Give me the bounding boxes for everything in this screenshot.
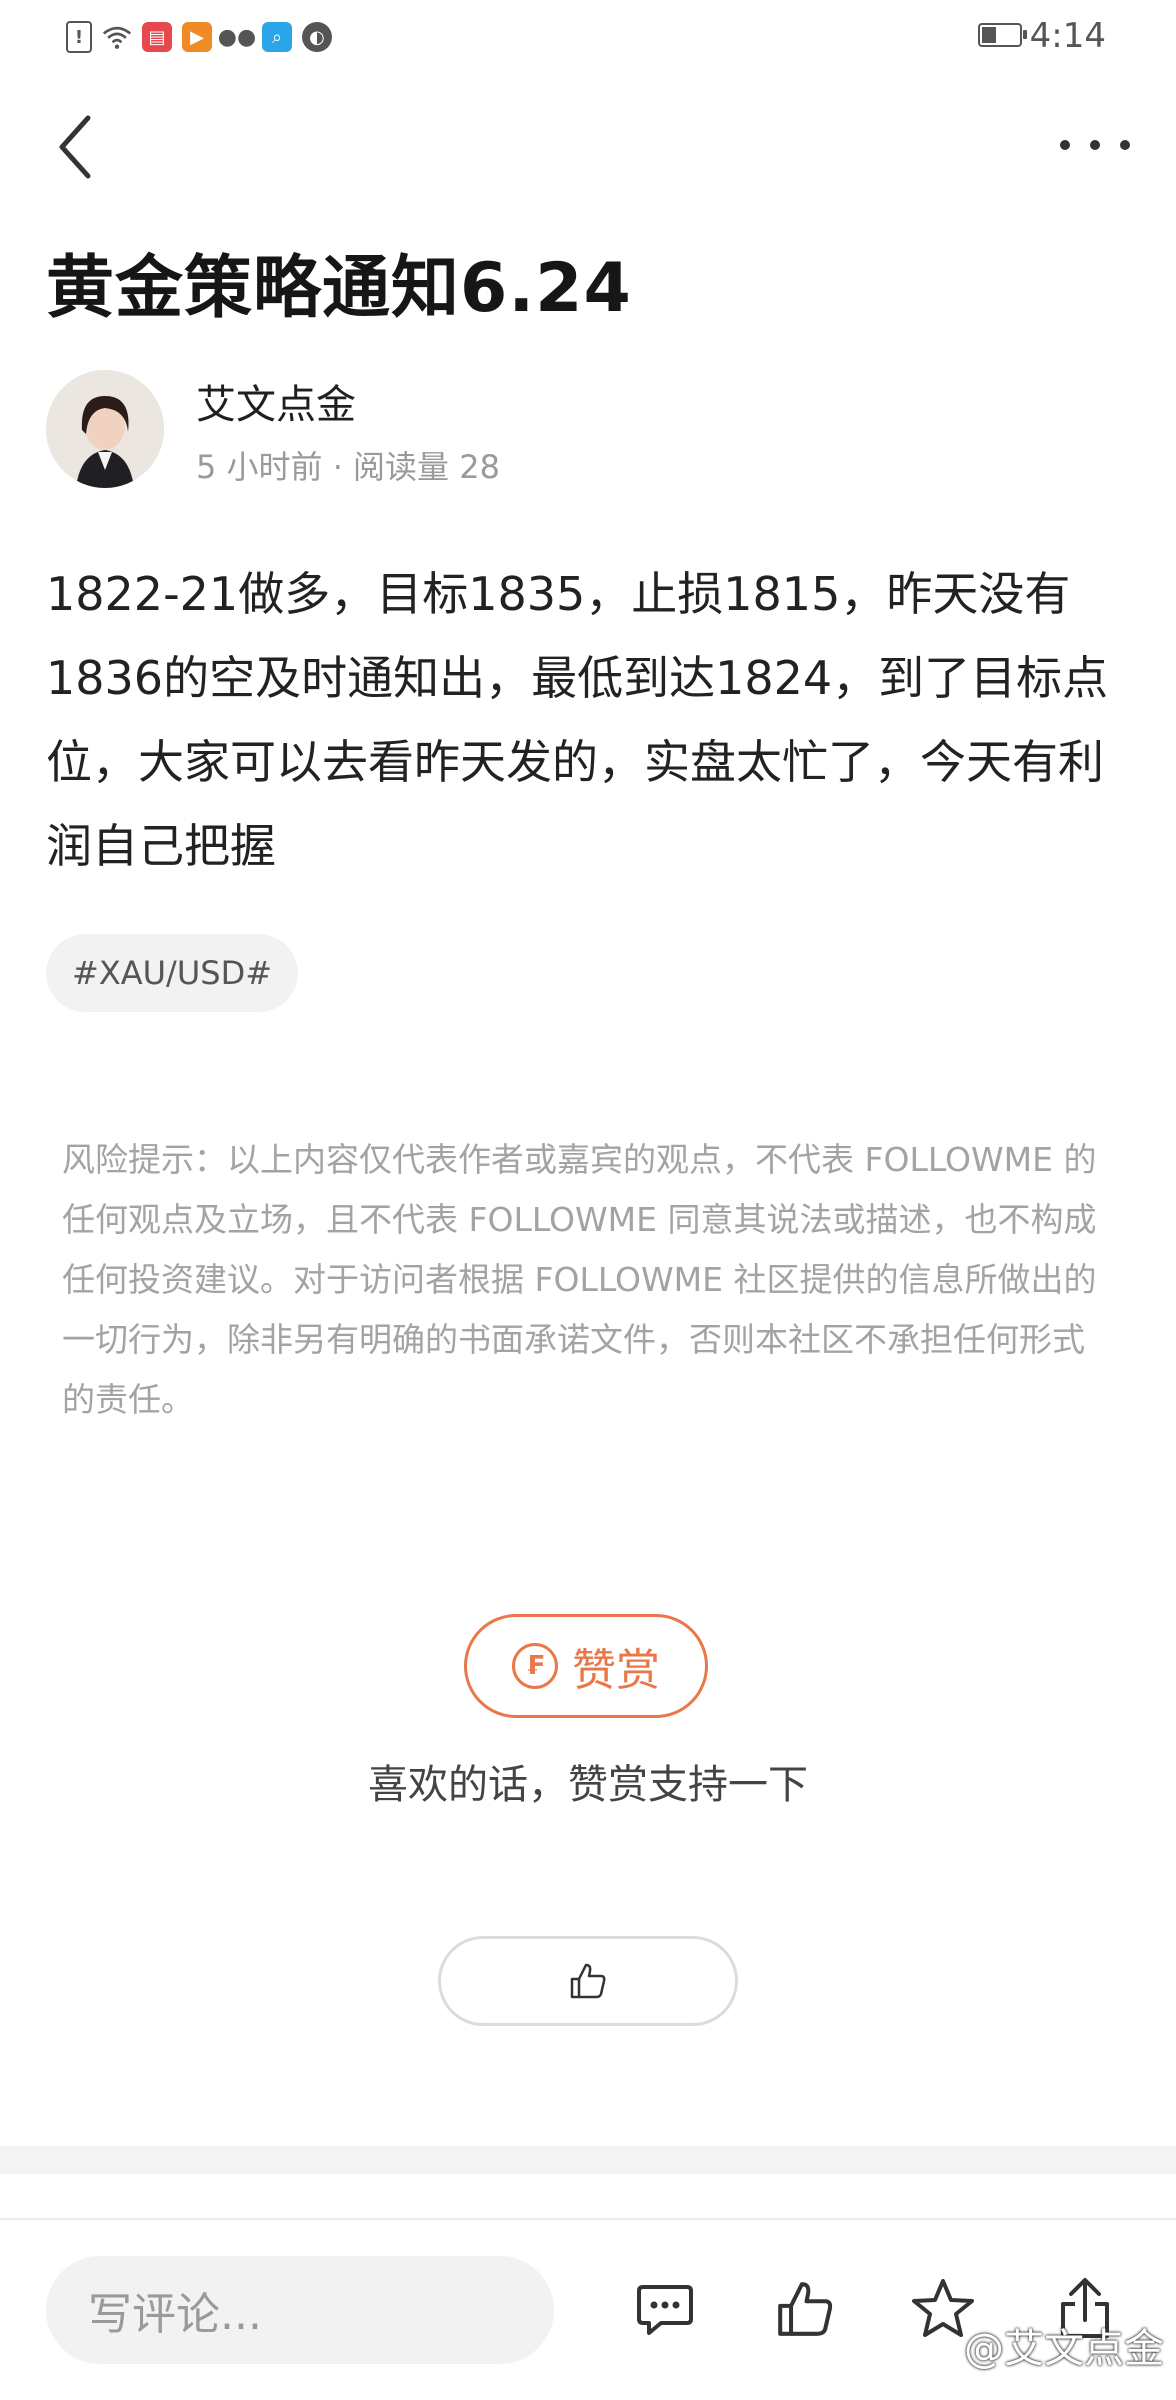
app-red-icon: ▤ — [142, 22, 172, 52]
article-title: 黄金策略通知6.24 — [46, 249, 632, 328]
risk-disclaimer: 风险提示：以上内容仅代表作者或嘉宾的观点，不代表 FOLLOWME 的任何观点及… — [62, 1140, 1097, 1419]
thumbs-up-icon — [778, 2282, 833, 2336]
comment-input[interactable]: 写评论... — [46, 2256, 554, 2364]
reward-button[interactable]: ₣ 赞赏 — [464, 1614, 708, 1718]
status-bar-icons: ! ▤ ▶ ●● ⌕ ◐ — [66, 18, 332, 56]
reward-prompt: 喜欢的话，赞赏支持一下 — [368, 1762, 808, 1808]
article-body: 1822-21做多，目标1835，止损1815，昨天没有1836的空及时通知出，… — [46, 567, 1109, 873]
reward-button-label: 赞赏 — [572, 1645, 660, 1696]
watermark: @艾文点金 — [964, 2326, 1164, 2372]
back-button[interactable] — [52, 112, 102, 182]
comment-icon — [637, 2285, 693, 2335]
bottom-bar-divider — [0, 2218, 1176, 2220]
more-button[interactable] — [1060, 130, 1130, 160]
like-button[interactable] — [438, 1936, 738, 2026]
sim-alert-icon: ! — [66, 21, 92, 53]
browser-icon: ◐ — [302, 22, 332, 52]
more-dots-icon — [1060, 140, 1070, 150]
bottom-like-button[interactable] — [770, 2274, 840, 2344]
wechat-icon: ●● — [217, 24, 257, 50]
avatar[interactable] — [46, 370, 164, 488]
video-icon: ▶ — [182, 22, 212, 52]
topic-tag[interactable]: #XAU/USD# — [46, 934, 299, 1012]
section-divider — [0, 2146, 1176, 2174]
comments-button[interactable] — [630, 2274, 700, 2344]
thumbs-up-icon — [570, 1963, 606, 1999]
coin-icon: ₣ — [512, 1643, 558, 1689]
post-meta: 5 小时前 · 阅读量 28 — [196, 448, 500, 486]
author-name[interactable]: 艾文点金 — [196, 372, 356, 430]
chevron-left-icon — [59, 115, 91, 179]
status-time: 4:14 — [1029, 16, 1106, 56]
battery-icon — [978, 23, 1027, 47]
wifi-icon — [102, 22, 132, 52]
search-app-icon: ⌕ — [262, 22, 292, 52]
